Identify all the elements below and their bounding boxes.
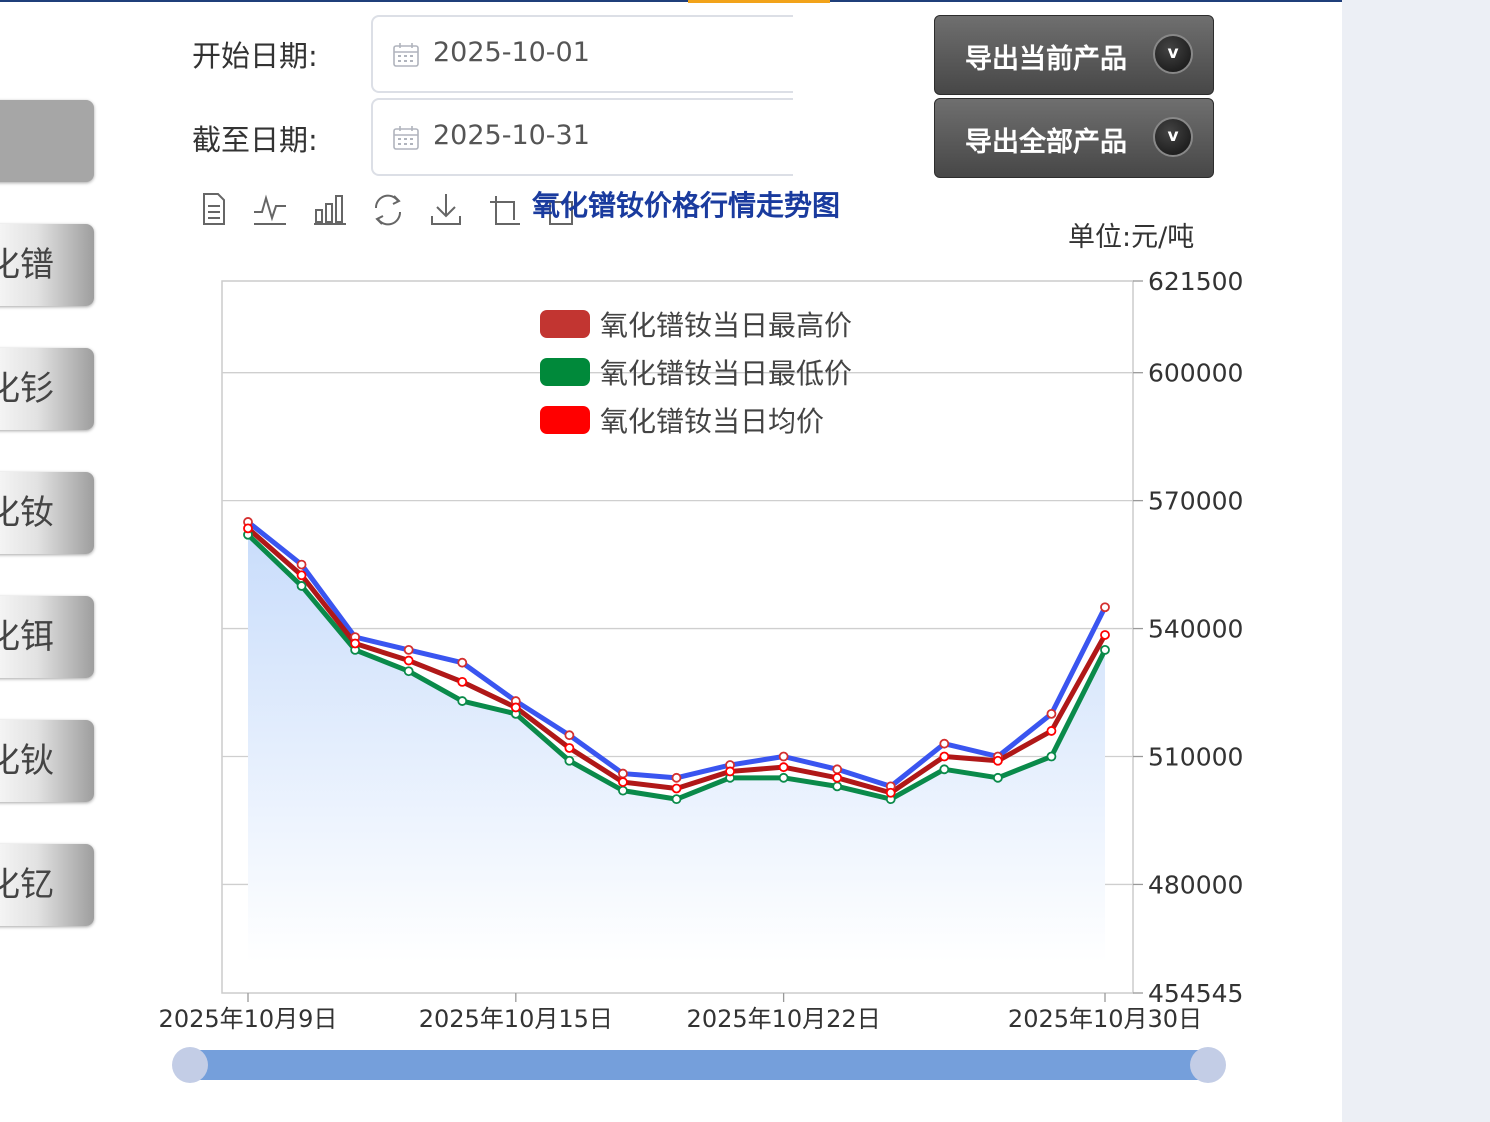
point-low <box>618 785 628 796</box>
point-low <box>778 772 789 783</box>
legend-label-avg: 氧化镨钕当日均价 <box>600 405 825 438</box>
point-high <box>564 730 575 741</box>
point-avg <box>618 777 628 787</box>
zoom-slider-handle-end[interactable] <box>1190 1047 1226 1083</box>
point-avg <box>350 638 361 649</box>
price-chart: 621500 600000 570000 540000 510000 480000 4545… <box>159 267 1244 1033</box>
point-high <box>832 764 843 775</box>
point-low <box>457 696 468 706</box>
zoom-slider-handle-start[interactable] <box>172 1047 208 1083</box>
data-view-icon[interactable] <box>196 188 232 230</box>
x-tick-label: 2025年10月22日 <box>687 1005 881 1033</box>
y-tick-label: 480000 <box>1148 870 1243 899</box>
point-avg <box>457 676 468 687</box>
point-avg <box>992 755 1003 766</box>
point-avg <box>671 783 682 794</box>
point-avg <box>1046 726 1057 736</box>
point-low <box>1100 644 1110 655</box>
chart-title: 氧化镨钕价格行情走势图 <box>532 189 841 222</box>
point-avg <box>885 787 896 798</box>
legend-swatch-avg <box>540 406 590 434</box>
y-tick-label: 570000 <box>1148 487 1243 516</box>
point-avg <box>832 772 843 783</box>
point-low <box>296 581 307 591</box>
y-tick-label: 600000 <box>1148 359 1243 388</box>
point-avg <box>1100 630 1110 640</box>
bar-chart-icon[interactable] <box>312 188 348 230</box>
point-avg <box>243 523 253 534</box>
x-tick-label: 2025年10月30日 <box>1008 1005 1202 1033</box>
point-high <box>939 738 950 749</box>
point-high <box>296 559 307 570</box>
point-low <box>1046 751 1057 762</box>
point-avg <box>778 762 789 773</box>
y-tick-label: 621500 <box>1148 267 1243 296</box>
point-high <box>618 768 628 779</box>
point-low <box>992 772 1003 783</box>
point-high <box>1046 708 1057 719</box>
zoom-icon[interactable] <box>488 188 524 230</box>
line-chart-icon[interactable] <box>252 188 288 230</box>
point-high <box>778 751 789 762</box>
point-avg <box>403 655 414 666</box>
point-high <box>403 644 414 655</box>
download-icon[interactable] <box>428 188 464 230</box>
point-low <box>671 794 682 805</box>
legend-swatch-high <box>540 310 590 338</box>
x-tick-label: 2025年10月9日 <box>159 1005 338 1033</box>
point-high <box>1100 602 1110 613</box>
legend-swatch-low <box>540 358 590 386</box>
point-avg <box>296 570 307 581</box>
y-tick-label: 454545 <box>1148 979 1243 1008</box>
point-low <box>832 781 843 792</box>
point-avg <box>510 702 521 713</box>
y-tick-label: 510000 <box>1148 743 1243 772</box>
point-high <box>671 772 682 783</box>
point-low <box>939 764 950 775</box>
legend-label-high: 氧化镨钕当日最高价 <box>600 309 853 342</box>
point-avg <box>725 766 735 777</box>
legend-label-low: 氧化镨钕当日最低价 <box>600 357 853 390</box>
restore-icon[interactable] <box>370 188 406 230</box>
point-avg <box>939 751 950 762</box>
point-avg <box>564 743 575 753</box>
x-tick-label: 2025年10月15日 <box>419 1005 613 1033</box>
point-low <box>564 755 575 766</box>
point-high <box>457 657 468 668</box>
zoom-slider-track[interactable] <box>190 1050 1208 1080</box>
unit-label: 单位:元/吨 <box>1068 222 1195 253</box>
y-tick-label: 540000 <box>1148 615 1243 644</box>
point-low <box>403 666 414 677</box>
